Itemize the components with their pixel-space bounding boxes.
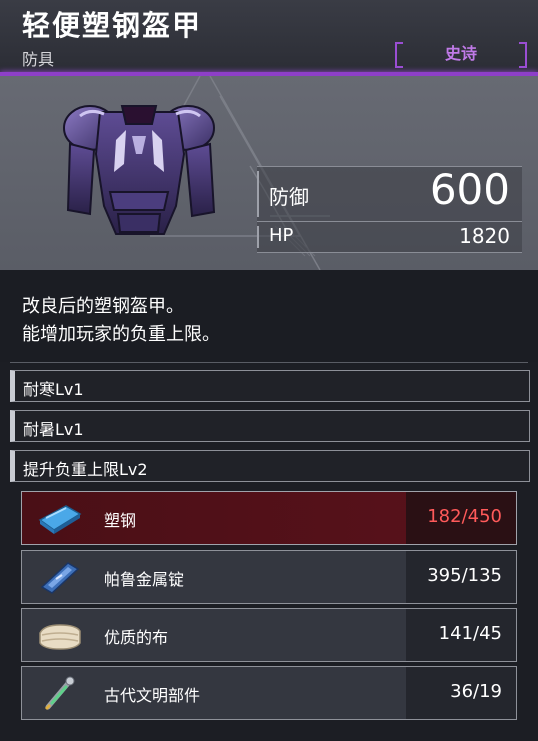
- material-name: 优质的布: [104, 628, 169, 647]
- high-quality-cloth-icon: [39, 624, 81, 650]
- description-line: 能增加玩家的负重上限。: [22, 324, 220, 345]
- item-detail-panel: 轻便塑钢盔甲 防具 史诗 防御 600 HP 1820 改良后的塑钢盔甲。 能增…: [0, 0, 538, 741]
- plasteel-icon: [38, 505, 82, 534]
- defense-label: 防御: [269, 185, 309, 209]
- armor-icon: [63, 105, 216, 235]
- material-row-pal-metal-ingot[interactable]: 帕鲁金属锭 395/135: [21, 550, 517, 604]
- description-line: 改良后的塑钢盔甲。: [22, 296, 184, 317]
- item-category: 防具: [22, 50, 55, 69]
- material-row-high-quality-cloth[interactable]: 优质的布 141/45: [21, 608, 517, 662]
- material-name: 帕鲁金属锭: [104, 570, 185, 589]
- material-quantity-box: 36/19: [406, 667, 516, 719]
- material-quantity: 141/45: [438, 623, 502, 644]
- section-divider: [10, 362, 528, 363]
- passive-skill-carry-weight[interactable]: 提升负重上限Lv2: [10, 450, 530, 482]
- hp-stat: HP 1820: [257, 222, 522, 253]
- item-name: 轻便塑钢盔甲: [22, 9, 203, 42]
- material-quantity: 36/19: [450, 681, 502, 702]
- passive-skill-label: 提升负重上限Lv2: [23, 460, 148, 479]
- material-quantity: 395/135: [427, 565, 502, 586]
- item-showcase: 防御 600 HP 1820: [0, 76, 538, 270]
- rarity-badge: 史诗: [395, 42, 527, 68]
- material-quantity-box: 182/450: [406, 492, 516, 544]
- pal-metal-ingot-icon: [40, 562, 80, 594]
- material-name: 古代文明部件: [104, 686, 201, 705]
- item-header: 轻便塑钢盔甲 防具 史诗: [0, 0, 538, 74]
- material-name: 塑钢: [104, 511, 137, 530]
- ancient-civilization-parts-icon: [44, 676, 75, 711]
- hp-label: HP: [269, 225, 294, 246]
- passive-skill-label: 耐寒Lv1: [23, 380, 84, 399]
- passive-skill-heat-resistance[interactable]: 耐暑Lv1: [10, 410, 530, 442]
- defense-value: 600: [429, 165, 510, 214]
- material-row-plasteel[interactable]: 塑钢 182/450: [21, 491, 517, 545]
- passive-skill-cold-resistance[interactable]: 耐寒Lv1: [10, 370, 530, 402]
- defense-stat: 防御 600: [257, 165, 522, 222]
- material-quantity-box: 141/45: [406, 609, 516, 661]
- passive-skill-label: 耐暑Lv1: [23, 420, 84, 439]
- hp-value: 1820: [459, 224, 510, 248]
- item-description: 改良后的塑钢盔甲。 能增加玩家的负重上限。: [0, 270, 538, 362]
- material-quantity-box: 395/135: [406, 551, 516, 603]
- material-row-ancient-civilization-parts[interactable]: 古代文明部件 36/19: [21, 666, 517, 720]
- material-quantity: 182/450: [427, 506, 502, 527]
